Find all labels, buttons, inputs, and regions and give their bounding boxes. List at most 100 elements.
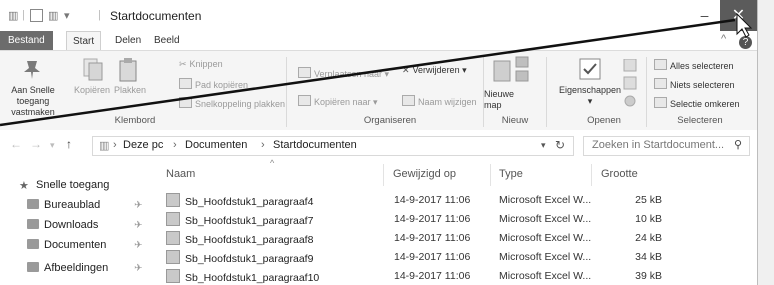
shortcut-icon: [179, 97, 192, 108]
file-modified-cell: 14-9-2017 11:06: [394, 232, 471, 244]
column-header-type[interactable]: Type: [499, 168, 523, 180]
recent-dropdown-icon[interactable]: ▾: [50, 140, 55, 151]
copy-button[interactable]: Kopiëren: [72, 85, 112, 96]
paste-icon: [119, 58, 137, 82]
pictures-icon: [27, 262, 39, 272]
group-label-new: Nieuw: [501, 115, 529, 126]
sort-ascending-icon: ^: [270, 158, 275, 168]
navigation-pane: ★ Snelle toegang Bureaublad ✈ Downloads ✈…: [0, 160, 150, 285]
select-none-icon: [654, 78, 667, 89]
file-modified-cell: 14-9-2017 11:06: [394, 251, 471, 263]
group-label-organize: Organiseren: [363, 115, 417, 126]
breadcrumb-item[interactable]: Startdocumenten: [273, 139, 357, 151]
nav-item-quick-access[interactable]: ★ Snelle toegang: [19, 179, 109, 192]
open-icons: [623, 59, 637, 107]
delete-button[interactable]: ✕ Verwijderen ▾: [402, 65, 467, 76]
forward-arrow-icon[interactable]: →: [30, 137, 42, 151]
customize-toolbar-icon[interactable]: ▾: [64, 9, 70, 22]
paste-shortcut-button[interactable]: Snelkoppeling plakken: [179, 97, 285, 109]
new-folder-quick-icon[interactable]: ▥: [48, 9, 58, 22]
copy-to-button[interactable]: Kopiëren naar ▾: [298, 95, 378, 108]
new-folder-icon: [493, 56, 529, 82]
group-label-select: Selecteren: [677, 115, 723, 126]
excel-file-icon: [166, 250, 180, 264]
properties-icon: [579, 58, 601, 80]
select-all-button[interactable]: Alles selecteren: [654, 59, 734, 71]
new-folder-button[interactable]: Nieuwe map: [484, 89, 524, 111]
invert-selection-button[interactable]: Selectie omkeren: [654, 97, 740, 109]
scrollbar[interactable]: [758, 0, 774, 285]
column-header-name[interactable]: Naam: [166, 168, 195, 180]
scissors-icon: ✂: [179, 59, 187, 69]
breadcrumb-item[interactable]: Deze pc: [123, 139, 163, 151]
file-explorer-window: ▥ | ▥ ▾ | Startdocumenten – ☐ ✕ Bestand …: [0, 0, 758, 285]
nav-item-desktop[interactable]: Bureaublad: [27, 199, 100, 211]
ribbon: Aan Snelle toegang vastmaken Kopiëren Pl…: [0, 50, 757, 131]
move-icon: [298, 67, 311, 78]
chevron-right-icon: ›: [113, 139, 117, 151]
file-modified-cell: 14-9-2017 11:06: [394, 270, 471, 282]
pin-icon: ✈: [134, 240, 143, 251]
divider: |: [22, 9, 25, 21]
pin-icon: ✈: [134, 263, 143, 274]
address-input[interactable]: ▥ › Deze pc › Documenten › Startdocument…: [92, 136, 574, 156]
divider[interactable]: [591, 164, 592, 186]
pin-icon: ✈: [134, 200, 143, 211]
refresh-icon[interactable]: ↻: [555, 138, 565, 152]
tab-file[interactable]: Bestand: [0, 31, 53, 50]
tab-share[interactable]: Delen: [109, 31, 147, 50]
search-placeholder: Zoeken in Startdocument...: [592, 139, 725, 151]
properties-button[interactable]: Eigenschappen: [554, 85, 626, 96]
properties-quick-icon[interactable]: [30, 9, 43, 22]
explorer-icon[interactable]: ▥: [8, 9, 18, 22]
back-arrow-icon[interactable]: ←: [10, 137, 22, 151]
nav-item-pictures[interactable]: Afbeeldingen: [27, 262, 108, 274]
tab-view[interactable]: Beeld: [148, 31, 186, 50]
file-type-cell: Microsoft Excel W...: [499, 213, 592, 225]
expand-ribbon-icon[interactable]: ^: [721, 33, 726, 45]
paste-button[interactable]: Plakken: [108, 85, 152, 96]
copy-icon: [83, 58, 103, 81]
close-button[interactable]: ✕: [720, 0, 757, 31]
pin-quick-access-button[interactable]: Aan Snelle toegang vastmaken: [0, 85, 66, 118]
file-name-cell: Sb_Hoofdstuk1_paragraaf9: [166, 250, 313, 265]
download-icon: [27, 219, 39, 229]
column-header-size[interactable]: Grootte: [601, 168, 638, 180]
copy-path-button[interactable]: Pad kopiëren: [179, 78, 248, 90]
column-header-modified[interactable]: Gewijzigd op: [393, 168, 456, 180]
address-dropdown-icon[interactable]: ▾: [541, 140, 546, 151]
rename-button[interactable]: Naam wijzigen: [402, 95, 477, 107]
copy-to-icon: [298, 95, 311, 106]
divider[interactable]: [490, 164, 491, 186]
properties-dropdown-icon[interactable]: ▾: [584, 96, 596, 107]
select-none-button[interactable]: Niets selecteren: [654, 78, 735, 90]
star-icon: ★: [19, 180, 29, 192]
file-size-cell: 24 kB: [635, 232, 662, 244]
divider[interactable]: [383, 164, 384, 186]
title-bar: ▥ | ▥ ▾ | Startdocumenten – ☐ ✕: [0, 0, 757, 31]
divider: |: [98, 9, 101, 21]
file-size-cell: 25 kB: [635, 194, 662, 206]
group-label-open: Openen: [587, 115, 621, 126]
search-icon: ⚲: [734, 139, 743, 151]
divider: [546, 57, 547, 127]
file-name-cell: Sb_Hoofdstuk1_paragraaf10: [166, 269, 319, 284]
breadcrumb-item[interactable]: Documenten: [185, 139, 247, 151]
search-input[interactable]: Zoeken in Startdocument... ⚲: [583, 136, 750, 156]
chevron-right-icon: ›: [261, 139, 265, 151]
divider: [286, 57, 287, 127]
nav-item-downloads[interactable]: Downloads: [27, 219, 98, 231]
cut-button[interactable]: ✂ Knippen: [179, 59, 223, 70]
pin-icon: [24, 61, 40, 79]
move-to-button[interactable]: Verplaatsen naar ▾: [298, 67, 389, 80]
file-modified-cell: 14-9-2017 11:06: [394, 194, 471, 206]
nav-item-documents[interactable]: Documenten: [27, 239, 106, 251]
file-size-cell: 39 kB: [635, 270, 662, 282]
help-icon[interactable]: ?: [739, 36, 752, 49]
excel-file-icon: [166, 231, 180, 245]
folder-icon: ▥: [99, 140, 110, 152]
group-label-clipboard: Klembord: [114, 115, 156, 126]
tab-start[interactable]: Start: [66, 31, 102, 51]
documents-icon: [27, 239, 39, 249]
up-arrow-icon[interactable]: ↑: [66, 137, 72, 151]
